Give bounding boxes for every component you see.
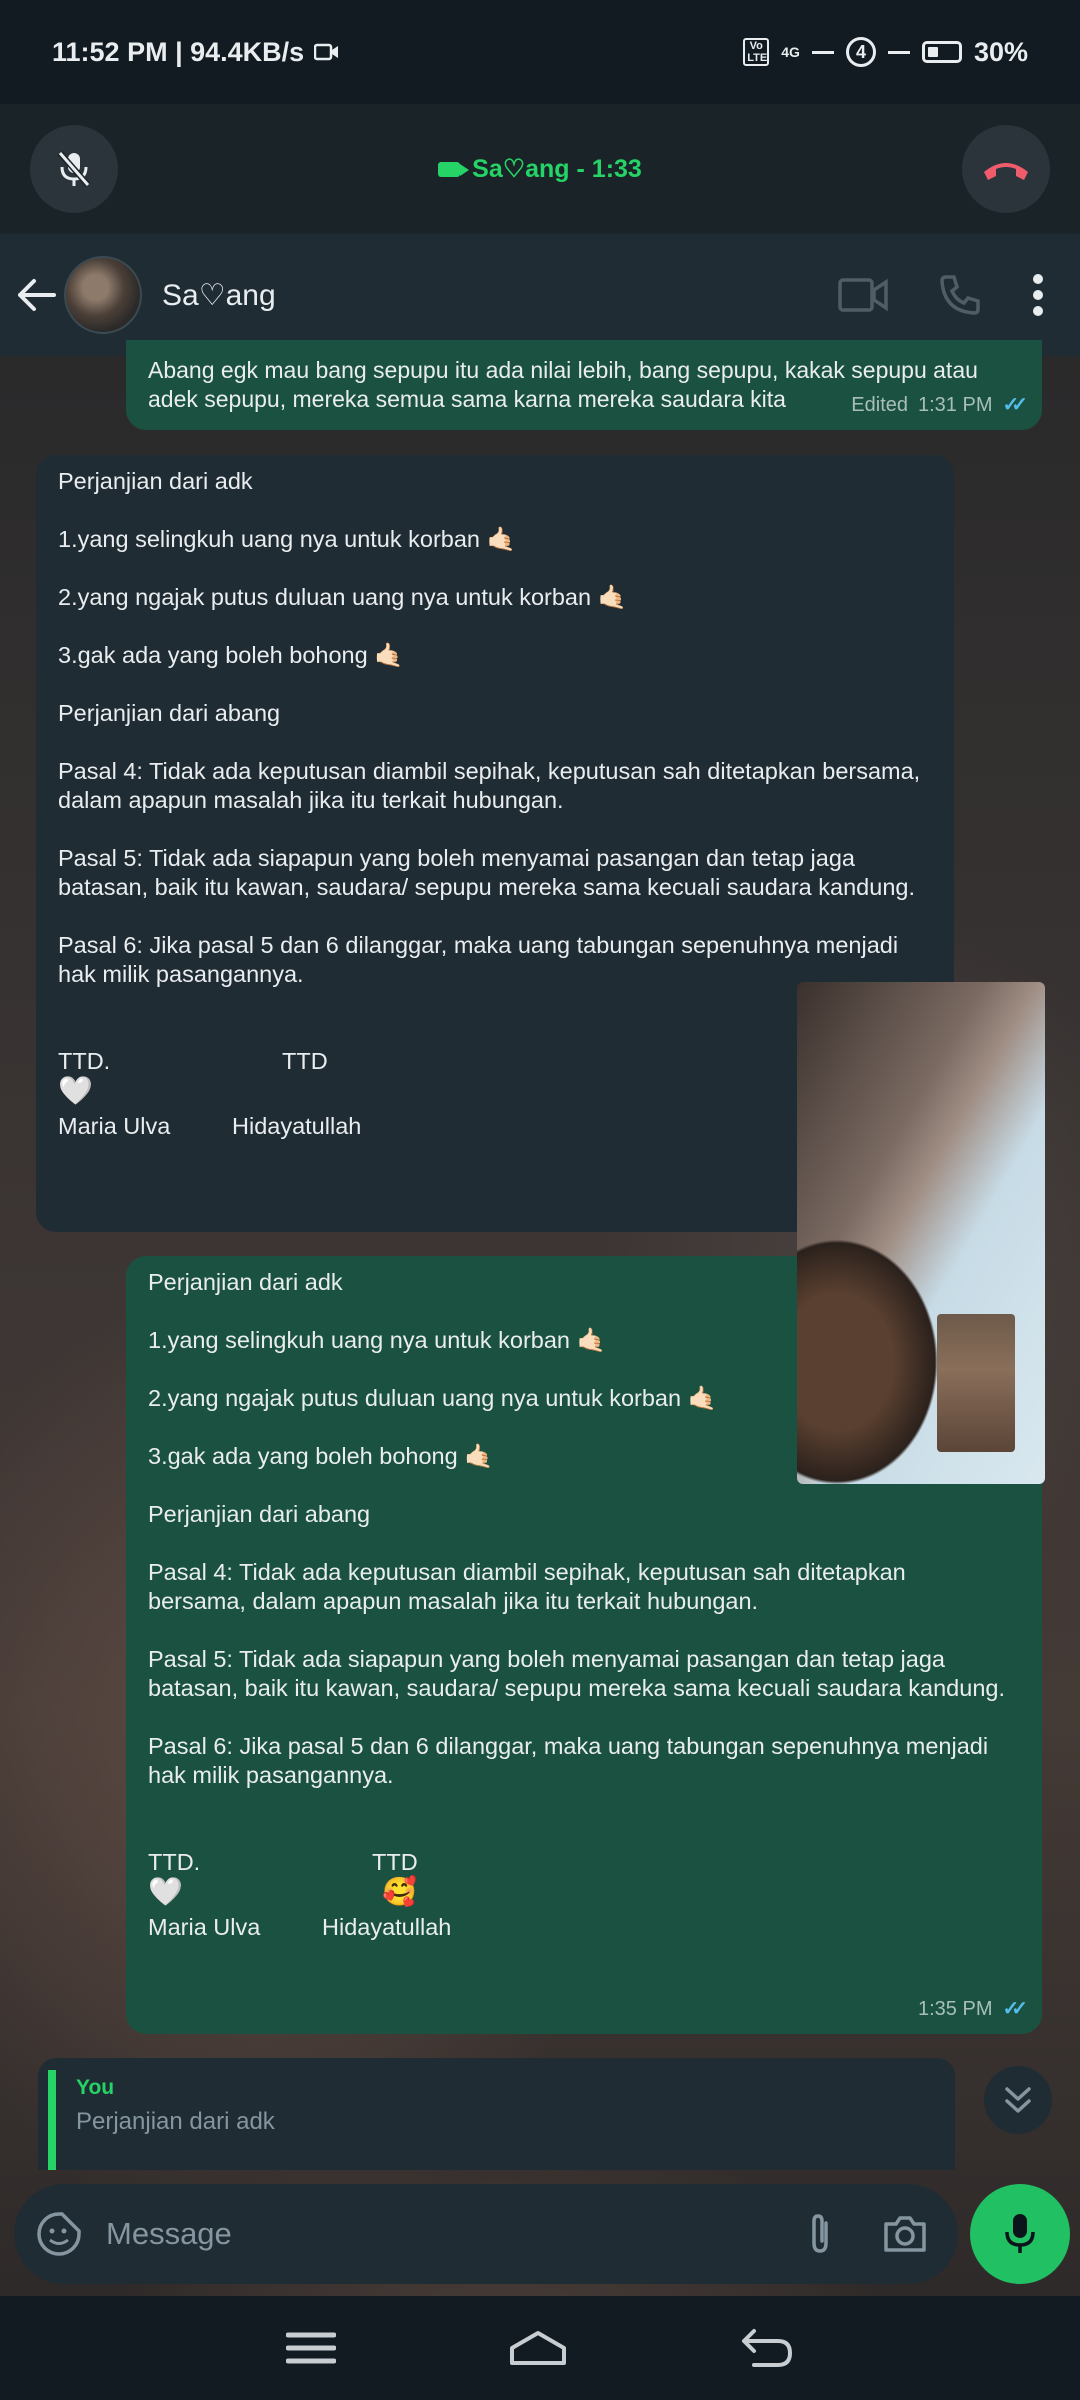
scroll-down-button[interactable] [984, 2066, 1052, 2134]
signature-label-right: TTD [282, 1048, 328, 1074]
video-call-icon [438, 161, 470, 177]
back-button[interactable] [16, 275, 56, 315]
message-meta: Edited 1:31 PM ✓✓ [851, 391, 1028, 420]
header-actions [838, 273, 1064, 317]
contact-name[interactable]: Sa♡ang [162, 278, 838, 313]
reply-author: You [76, 2076, 115, 2099]
battery-percent: 30% [973, 36, 1028, 67]
signature-mark-left: 🤍 [148, 1876, 183, 1907]
read-ticks-icon: ✓✓ [1002, 1998, 1027, 2020]
mute-mic-icon [57, 151, 91, 187]
call-title[interactable]: Sa♡ang - 1:33 [438, 154, 642, 184]
end-call-button[interactable] [961, 125, 1050, 213]
message-time: 1:35 PM [918, 1998, 993, 2020]
phone-icon[interactable] [938, 273, 982, 317]
scroll-down-icon [1005, 2087, 1031, 2113]
signature-name-left: Maria Ulva [58, 1113, 171, 1139]
signature-mark-left: 🤍 [58, 1075, 93, 1106]
screen-record-icon [314, 43, 339, 61]
video-call-preview[interactable] [797, 982, 1045, 1484]
signature-name-right: Hidayatullah [322, 1914, 452, 1940]
reply-text: Perjanjian dari adk [76, 2108, 275, 2135]
message-bubble-outgoing[interactable]: Abang egk mau bang sepupu itu ada nilai … [126, 340, 1042, 430]
self-video-thumbnail[interactable] [937, 1314, 1015, 1452]
signature-name-right: Hidayatullah [232, 1113, 362, 1139]
back-arrow-icon [18, 279, 56, 311]
signature-label-left: TTD. [148, 1849, 201, 1875]
camera-icon[interactable] [882, 2214, 928, 2254]
status-time-speed: 11:52 PM | 94.4KB/s [52, 36, 305, 67]
volte-icon: Vo LTE [743, 38, 770, 66]
read-ticks-icon: ✓✓ [1002, 394, 1027, 416]
video-icon[interactable] [838, 276, 888, 314]
voice-record-button[interactable] [970, 2184, 1070, 2284]
message-text: Perjanjian dari adk 1.yang selingkuh uan… [58, 468, 921, 987]
menu-nav-icon[interactable] [286, 2331, 337, 2365]
end-call-icon [983, 163, 1028, 180]
reply-preview[interactable]: You Perjanjian dari adk [38, 2058, 955, 2170]
status-bar: 11:52 PM | 94.4KB/s Vo LTE 4G 4 30% [0, 0, 1080, 104]
network-type: 4G [781, 44, 800, 60]
message-meta: 1:35 PM ✓✓ [918, 1995, 1028, 2024]
battery-icon [921, 41, 962, 63]
mute-button[interactable] [30, 125, 118, 213]
sim-slot-icon: 4 [845, 37, 876, 67]
signature-label-left: TTD. [58, 1048, 111, 1074]
signature-label-right: TTD [372, 1849, 418, 1875]
signature-mark-right: 🥰 [382, 1876, 417, 1907]
attach-icon[interactable] [800, 2211, 840, 2257]
ongoing-call-bar[interactable]: Sa♡ang - 1:33 [0, 104, 1080, 234]
home-nav-icon[interactable] [509, 2330, 567, 2366]
status-left: 11:52 PM | 94.4KB/s [52, 37, 340, 68]
message-input[interactable]: Message [106, 2216, 800, 2252]
sticker-icon[interactable] [36, 2211, 82, 2257]
signature-name-left: Maria Ulva [148, 1914, 261, 1940]
system-nav-bar [0, 2296, 1080, 2400]
back-nav-icon[interactable] [740, 2328, 794, 2368]
more-vert-icon[interactable] [1032, 273, 1044, 317]
status-right: Vo LTE 4G 4 30% [743, 37, 1028, 68]
message-composer: Message [14, 2184, 958, 2284]
message-time: 1:31 PM [918, 394, 993, 416]
avatar[interactable] [64, 256, 142, 334]
signature-block: TTD. TTD 🤍 🥰 Maria Ulva Hidayatullah [148, 1848, 1020, 1942]
call-title-text: Sa♡ang - 1:33 [472, 155, 642, 183]
edited-label: Edited [851, 394, 908, 416]
chat-header: Sa♡ang [0, 234, 1080, 356]
mic-icon [1005, 2214, 1035, 2253]
